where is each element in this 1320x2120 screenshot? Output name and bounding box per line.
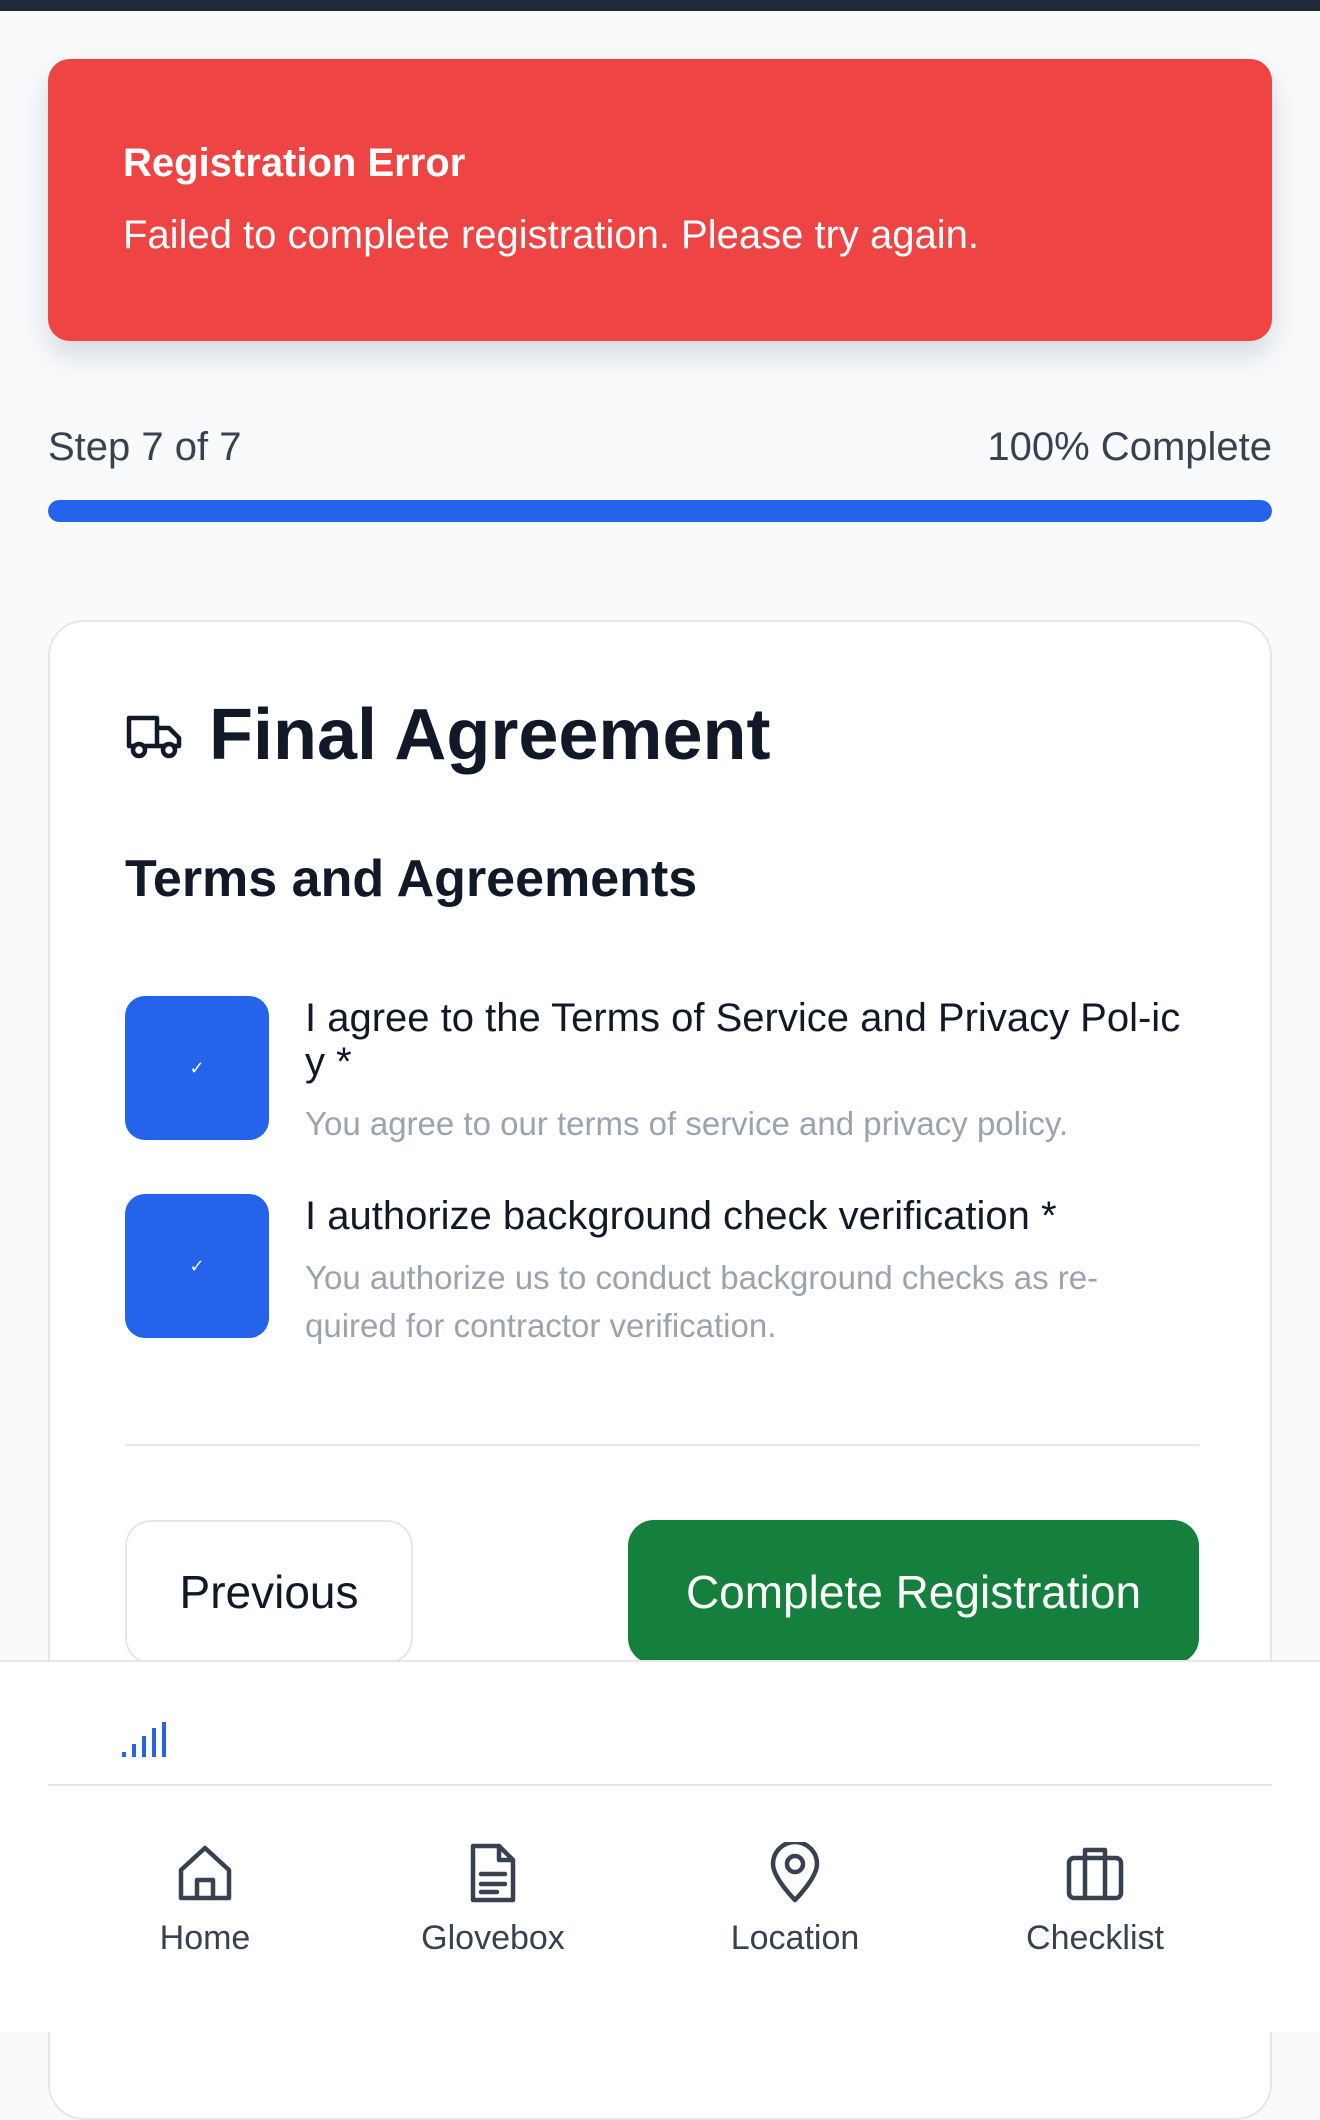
step-indicator: Step 7 of 7 <box>48 424 242 469</box>
checkmark-icon: ✓ <box>189 1057 205 1078</box>
nav-label-home: Home <box>159 1919 251 1957</box>
top-status-strip <box>0 0 1320 11</box>
agreement-background-check: ✓ I authorize background check verificat… <box>125 1194 1200 1350</box>
terms-label: I agree to the Terms of Service and Priv… <box>305 996 1181 1084</box>
checkmark-icon: ✓ <box>189 1255 205 1276</box>
nav-item-glovebox[interactable]: Glovebox <box>383 1842 603 1958</box>
progress-header: Step 7 of 7 100% Complete <box>48 420 1272 474</box>
terms-checkbox[interactable]: ✓ <box>125 996 269 1140</box>
error-title: Registration Error <box>123 141 466 185</box>
home-icon <box>178 1845 232 1901</box>
bottom-divider <box>48 1784 1272 1786</box>
nav-item-home[interactable]: Home <box>95 1842 315 1958</box>
card-header: Final Agreement <box>125 692 770 778</box>
agreement-terms: ✓ I agree to the Terms of Service and Pr… <box>125 996 1200 1148</box>
document-icon <box>470 1843 516 1903</box>
truck-icon <box>126 715 182 759</box>
bottom-panel: Home Glovebox Location Checklist <box>0 1660 1320 2032</box>
error-banner: Registration Error Failed to complete re… <box>48 59 1272 341</box>
nav-item-location[interactable]: Location <box>685 1842 905 1958</box>
background-check-label: I authorize background check verificatio… <box>305 1194 1057 1238</box>
previous-button[interactable]: Previous <box>125 1520 413 1664</box>
card-title: Final Agreement <box>209 695 771 775</box>
bottom-navigation: Home Glovebox Location Checklist <box>0 1842 1320 1982</box>
nav-label-location: Location <box>730 1919 860 1957</box>
complete-registration-button[interactable]: Complete Registration <box>628 1520 1199 1664</box>
progress-bar <box>48 500 1272 522</box>
percent-complete: 100% Complete <box>987 424 1272 469</box>
briefcase-icon <box>1066 1847 1124 1901</box>
background-check-description: You authorize us to conduct background c… <box>305 1259 1099 1344</box>
signal-bars-icon <box>122 1722 166 1757</box>
background-check-checkbox[interactable]: ✓ <box>125 1194 269 1338</box>
error-message: Failed to complete registration. Please … <box>123 213 979 257</box>
map-pin-icon <box>770 1842 820 1903</box>
divider <box>125 1444 1199 1446</box>
nav-item-checklist[interactable]: Checklist <box>985 1842 1205 1958</box>
terms-description: You agree to our terms of service and pr… <box>305 1105 1069 1142</box>
nav-label-checklist: Checklist <box>1026 1919 1164 1957</box>
nav-label-glovebox: Glovebox <box>421 1919 565 1957</box>
section-title: Terms and Agreements <box>125 850 698 908</box>
progress-bar-fill <box>48 500 1272 522</box>
